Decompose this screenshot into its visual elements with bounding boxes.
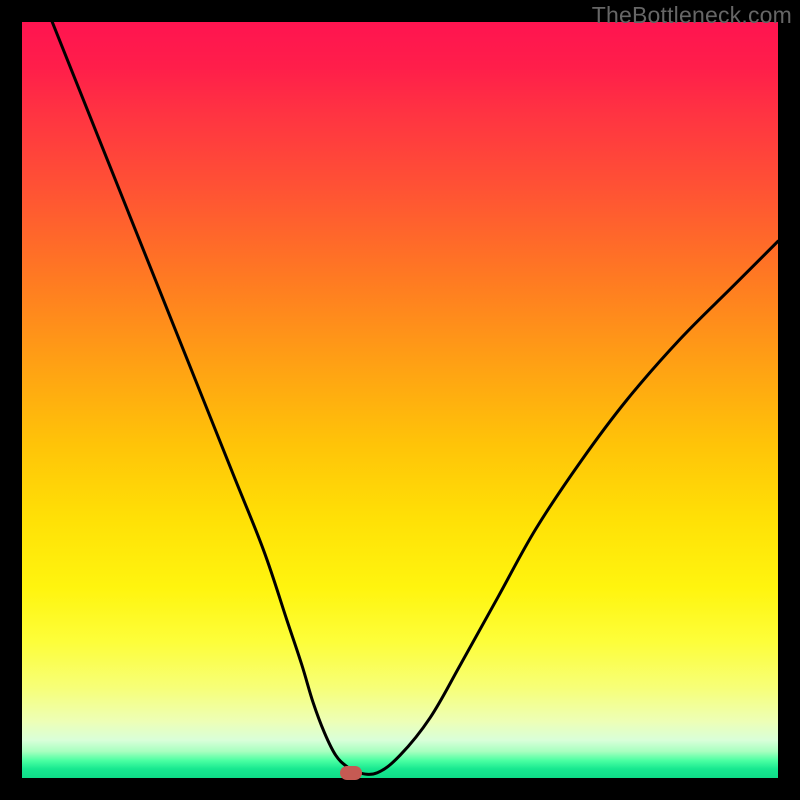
watermark-text: TheBottleneck.com <box>592 2 792 29</box>
bottleneck-curve <box>22 22 778 778</box>
chart-frame: TheBottleneck.com <box>0 0 800 800</box>
optimal-point-marker <box>340 766 362 780</box>
